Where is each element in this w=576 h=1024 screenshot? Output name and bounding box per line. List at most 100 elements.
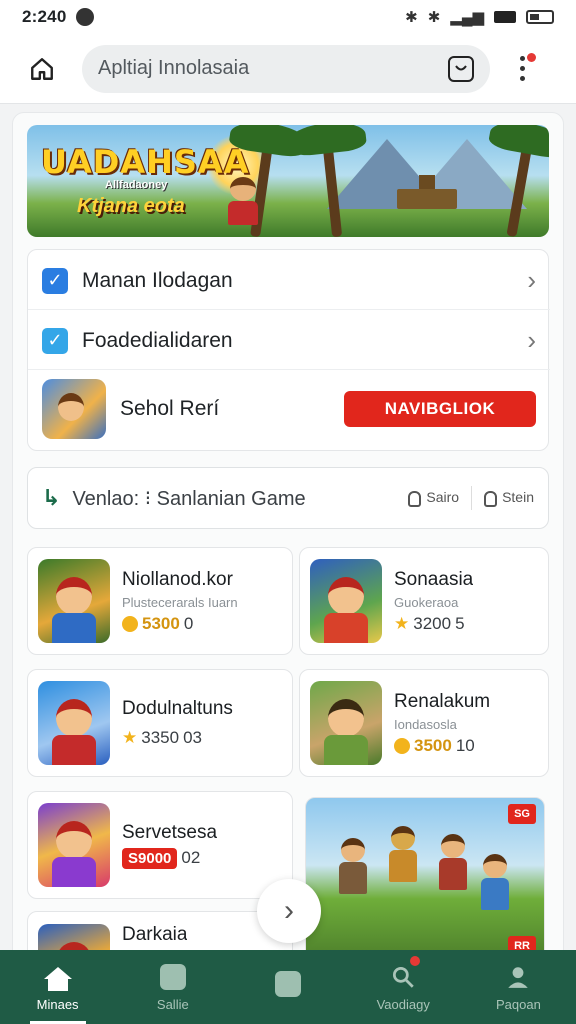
game-card[interactable]: Renalakum Iondasosla 3500 10	[299, 669, 549, 777]
banner-title: UADAHSAA	[41, 143, 250, 181]
game-thumbnail	[310, 681, 382, 765]
character-graphic	[386, 826, 420, 886]
battery-saver-icon	[526, 10, 554, 24]
list-item-label: Manan Ilodagan	[82, 268, 233, 292]
game-subtitle: Iondasosla	[394, 716, 457, 732]
action-2-button[interactable]: Stein	[484, 489, 534, 507]
game-title: Renalakum	[394, 690, 491, 712]
bluetooth-alt-icon: ✱	[427, 9, 441, 26]
price-value: 3350	[141, 728, 180, 747]
promo-action-button[interactable]: NAVIBGLIOK	[344, 391, 536, 427]
game-title: Sonaasia	[394, 568, 474, 590]
gamepad-icon	[159, 963, 186, 990]
checkbox-checked-icon[interactable]: ✓	[42, 327, 68, 354]
nav-item-games[interactable]: Sallie	[115, 950, 230, 1024]
price-value: 5300	[142, 613, 180, 633]
search-icon	[393, 966, 414, 988]
character-graphic	[478, 854, 512, 914]
app-thumbnail[interactable]	[42, 379, 106, 439]
game-subtitle: Guokeraoa	[394, 594, 459, 610]
game-price: ★ 3200 5	[394, 614, 473, 634]
game-price: ★ 3350 03	[122, 728, 233, 748]
nav-item-home[interactable]: Minaes	[0, 950, 115, 1024]
divider	[471, 486, 473, 510]
list-item-option-1[interactable]: ✓ Manan Ilodagan ›	[28, 252, 550, 310]
bluetooth-icon: ✱	[405, 9, 418, 26]
apps-icon	[275, 971, 301, 997]
game-price: 5300 0	[122, 614, 238, 634]
action-2-label: Stein	[502, 489, 534, 506]
nav-label: Vaodiagy	[376, 996, 430, 1012]
nav-label: Sallie	[156, 996, 189, 1012]
game-title: Darkaia	[122, 924, 188, 945]
game-thumbnail	[310, 559, 382, 643]
game-thumbnail	[38, 681, 110, 765]
game-card[interactable]: Servetsesa S9000 02	[27, 791, 293, 899]
coin-icon	[122, 615, 138, 632]
nav-item-search[interactable]: Vaodiagy	[346, 950, 461, 1024]
status-time: 2:240	[22, 7, 67, 26]
hero-banner[interactable]: UADAHSAA Allfadaoney Ktjana eota	[27, 125, 549, 237]
price-extra: 02	[181, 848, 201, 867]
featured-game-card[interactable]: SG RR	[305, 797, 545, 961]
checkbox-checked-icon[interactable]: ✓	[42, 267, 68, 294]
nav-label: Minaes	[36, 996, 79, 1012]
promo-row: Sehol Rerí NAVIBGLIOK	[28, 376, 550, 442]
settings-list: ✓ Manan Ilodagan › ✓ Foadedialidaren › S…	[27, 249, 550, 451]
trend-icon: ↳	[42, 485, 61, 510]
game-subtitle: Plustecerarals Iuarn	[122, 594, 238, 610]
price-value: 3200	[413, 613, 452, 633]
notification-dot	[527, 52, 536, 62]
battery-icon	[494, 11, 516, 23]
game-card[interactable]: Dodulnaltuns ★ 3350 03	[27, 669, 293, 777]
game-title: Dodulnaltuns	[122, 698, 233, 719]
price-badge: S9000	[122, 847, 178, 869]
chevron-right-icon: ›	[284, 894, 294, 927]
price-extra: 0	[183, 613, 194, 633]
banner-subtitle: Allfadaoney	[105, 179, 168, 191]
game-thumbnail	[38, 803, 110, 887]
section-title: Venlao: ⁝ Sanlanian Game	[72, 487, 306, 510]
featured-tag: SG	[508, 804, 536, 824]
tabs-button[interactable]	[448, 55, 474, 82]
nav-item-profile[interactable]: Paqoan	[461, 950, 576, 1024]
vpn-icon	[76, 8, 95, 26]
scroll-next-button[interactable]: ›	[257, 879, 321, 943]
status-bar: 2:240 ✱ ✱ ▂▄▆	[0, 0, 576, 34]
signal-icon: ▂▄▆	[450, 9, 484, 26]
nav-item-apps[interactable]	[230, 950, 345, 1024]
lock-icon	[408, 490, 422, 507]
character-graphic	[436, 834, 470, 894]
character-graphic	[336, 838, 370, 898]
section-header: ↳ Venlao: ⁝ Sanlanian Game Sairo Stein	[27, 467, 549, 529]
banner-tagline: Ktjana eota	[77, 195, 185, 217]
list-item-label: Foadedialidaren	[82, 328, 233, 352]
bottom-navigation: Minaes Sallie Vaodiagy Paqoan	[0, 950, 576, 1024]
hero-character	[225, 177, 261, 227]
address-bar[interactable]: Apltiaj Innolasaia	[82, 44, 490, 93]
price-extra: 03	[183, 728, 202, 747]
list-item-option-2[interactable]: ✓ Foadedialidaren ›	[28, 312, 550, 370]
profile-icon	[508, 966, 529, 988]
menu-dot-icon	[519, 56, 525, 61]
action-1-label: Sairo	[426, 489, 460, 506]
overflow-menu-button[interactable]	[510, 49, 536, 89]
coin-icon	[394, 737, 410, 754]
home-icon	[31, 57, 53, 80]
game-card[interactable]: Niollanod.kor Plustecerarals Iuarn 5300 …	[27, 547, 293, 655]
lock-icon	[484, 490, 498, 507]
star-icon: ★	[394, 613, 410, 633]
smile-icon	[455, 64, 467, 70]
home-button[interactable]	[18, 45, 66, 93]
game-card[interactable]: Sonaasia Guokeraoa ★ 3200 5	[299, 547, 549, 655]
price-extra: 10	[455, 735, 475, 755]
promo-label: Sehol Rerí	[120, 397, 220, 420]
action-1-button[interactable]: Sairo	[408, 489, 460, 507]
browser-toolbar: Apltiaj Innolasaia	[0, 34, 576, 104]
temple-graphic	[397, 175, 457, 209]
price-extra: 5	[455, 613, 465, 633]
menu-dot-icon	[519, 76, 525, 81]
status-icons: ✱ ✱ ▂▄▆	[405, 8, 554, 26]
star-icon: ★	[122, 728, 138, 747]
section-actions: Sairo Stein	[408, 486, 534, 510]
